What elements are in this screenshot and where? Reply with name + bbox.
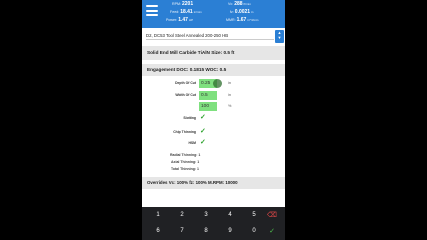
fz-value: 0.0021 <box>234 9 251 15</box>
hsm-check-icon[interactable]: ✓ <box>200 139 206 146</box>
numeric-keypad: 1 2 3 4 5 ⌫ 6 7 8 9 0 ✓ <box>142 207 285 240</box>
check-icon[interactable]: ✓ <box>260 224 284 239</box>
backspace-icon[interactable]: ⌫ <box>260 208 284 223</box>
key-2[interactable]: 2 <box>170 208 194 223</box>
total-thinning-row: Total Thinning: 1 <box>171 167 199 171</box>
feed-readout: Feed: 18.41 in/min <box>170 9 202 15</box>
material-select[interactable]: D2, DC53 Tool Steel Annealed 200-250 HB <box>146 31 274 40</box>
rpm-readout: RPM: 2201 <box>172 1 194 7</box>
power-value: 1.47 <box>178 17 188 23</box>
mmr-value: 1.67 <box>236 17 247 23</box>
radial-thinning-row: Radial Thinning: 1 <box>170 153 201 157</box>
key-6[interactable]: 6 <box>146 224 170 239</box>
percent-unit: % <box>228 104 232 108</box>
power-readout: Power: 1.47 HP <box>166 17 194 23</box>
tool-selector[interactable]: Solid End Mill Carbide TiAlN Size: 0.5 f… <box>142 46 285 60</box>
menu-icon[interactable] <box>146 5 158 16</box>
slotting-check-icon[interactable]: ✓ <box>200 114 206 121</box>
key-9[interactable]: 9 <box>218 224 242 239</box>
percent-input[interactable]: 100 <box>199 102 217 111</box>
rpm-value: 2201 <box>181 1 194 7</box>
width-of-cut-input[interactable]: 0.5 <box>199 91 217 100</box>
key-1[interactable]: 1 <box>146 208 170 223</box>
key-4[interactable]: 4 <box>218 208 242 223</box>
key-8[interactable]: 8 <box>194 224 218 239</box>
depth-of-cut-unit: in <box>228 81 231 85</box>
width-of-cut-label: Width Of Cut <box>175 93 196 97</box>
key-7[interactable]: 7 <box>170 224 194 239</box>
vc-value: 288 <box>234 1 243 7</box>
app-screen: RPM: 2201 Feed: 18.41 in/min Power: 1.47… <box>142 0 285 240</box>
slider-knob-icon[interactable] <box>213 79 222 88</box>
hsm-label: HSM <box>188 141 196 145</box>
feed-value: 18.41 <box>180 9 193 15</box>
up-down-arrows-icon[interactable]: ▲ ▼ <box>275 30 284 43</box>
vc-readout: Vc: 288 ft/min <box>228 1 251 7</box>
slotting-label: Slotting <box>183 116 196 120</box>
chip-thinning-label: Chip Thinning <box>173 130 196 134</box>
engagement-header[interactable]: Engagement DOC: 0.1815 WOC: 0.5 <box>142 64 285 76</box>
width-of-cut-unit: in <box>228 93 231 97</box>
key-3[interactable]: 3 <box>194 208 218 223</box>
fz-readout: fz: 0.0021 in <box>230 9 254 15</box>
axial-thinning-row: Axial Thinning: 1 <box>171 160 200 164</box>
chip-thinning-check-icon[interactable]: ✓ <box>200 128 206 135</box>
results-header: RPM: 2201 Feed: 18.41 in/min Power: 1.47… <box>142 0 285 28</box>
depth-of-cut-label: Depth Of Cut <box>175 81 196 85</box>
mmr-readout: MMR: 1.67 in^3/min <box>226 17 259 23</box>
overrides-bar[interactable]: Overrides Vc: 100% fz: 100% M.RPM: 10000 <box>142 177 285 189</box>
